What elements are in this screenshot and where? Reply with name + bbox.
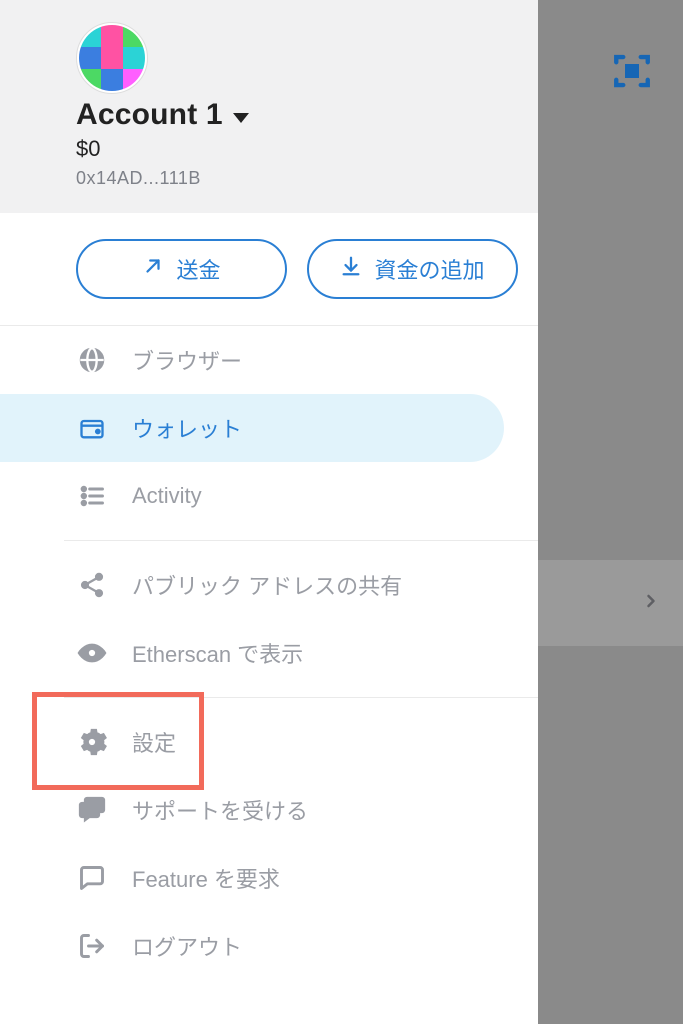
menu-item-activity[interactable]: Activity xyxy=(0,462,504,530)
menu-section-share: パブリック アドレスの共有 Etherscan で表示 xyxy=(0,551,538,687)
account-address[interactable]: 0x14AD...111B xyxy=(76,168,516,189)
account-name-label: Account 1 xyxy=(76,98,223,132)
menu-section-main: ブラウザー ウォレット Activity xyxy=(0,326,538,530)
account-header: Account 1 $0 0x14AD...111B xyxy=(0,0,538,213)
menu-divider xyxy=(64,540,538,541)
send-button[interactable]: 送金 xyxy=(76,239,287,299)
message-icon xyxy=(76,862,108,894)
share-icon xyxy=(76,569,108,601)
menu-item-label: パブリック アドレスの共有 xyxy=(132,569,402,601)
menu-item-logout[interactable]: ログアウト xyxy=(0,912,504,980)
menu-item-wallet[interactable]: ウォレット xyxy=(0,394,504,462)
caret-down-icon xyxy=(233,113,249,123)
menu-item-support[interactable]: サポートを受ける xyxy=(0,776,504,844)
globe-icon xyxy=(76,344,108,376)
chevron-right-icon xyxy=(641,586,661,621)
add-funds-button[interactable]: 資金の追加 xyxy=(307,239,518,299)
list-icon xyxy=(76,480,108,512)
menu-item-share-address[interactable]: パブリック アドレスの共有 xyxy=(0,551,504,619)
gear-icon xyxy=(76,726,108,758)
menu-item-label: 設定 xyxy=(132,726,176,758)
menu-item-label: ブラウザー xyxy=(132,344,242,376)
account-switcher[interactable]: Account 1 xyxy=(76,98,516,132)
menu-item-feature-request[interactable]: Feature を要求 xyxy=(0,844,504,912)
scan-qr-icon[interactable] xyxy=(611,50,653,97)
menu-item-label: Etherscan で表示 xyxy=(132,637,303,669)
drawer-backdrop[interactable] xyxy=(538,0,683,1024)
eye-icon xyxy=(76,637,108,669)
menu-item-label: ウォレット xyxy=(132,412,242,444)
menu-item-label: ログアウト xyxy=(132,930,242,962)
chat-icon xyxy=(76,794,108,826)
account-avatar[interactable] xyxy=(76,22,148,94)
logout-icon xyxy=(76,930,108,962)
account-balance: $0 xyxy=(76,136,516,162)
menu-section-settings: 設定 サポートを受ける Feature を要求 ログアウト xyxy=(0,708,538,980)
menu-item-etherscan[interactable]: Etherscan で表示 xyxy=(0,619,504,687)
menu-item-label: Activity xyxy=(132,483,202,509)
wallet-icon xyxy=(76,412,108,444)
send-button-label: 送金 xyxy=(176,253,220,285)
menu-item-browser[interactable]: ブラウザー xyxy=(0,326,504,394)
menu-divider xyxy=(64,697,538,698)
menu-item-label: Feature を要求 xyxy=(132,862,280,894)
background-list-row[interactable] xyxy=(538,560,683,646)
menu-item-settings[interactable]: 設定 xyxy=(0,708,504,776)
action-buttons-row: 送金 資金の追加 xyxy=(0,213,538,326)
download-icon xyxy=(340,255,362,283)
send-arrow-icon xyxy=(142,255,164,283)
add-funds-button-label: 資金の追加 xyxy=(374,253,484,285)
identicon-icon xyxy=(79,25,145,91)
menu-item-label: サポートを受ける xyxy=(132,794,308,826)
navigation-drawer: Account 1 $0 0x14AD...111B 送金 資金の追加 ブラウザ… xyxy=(0,0,538,1024)
